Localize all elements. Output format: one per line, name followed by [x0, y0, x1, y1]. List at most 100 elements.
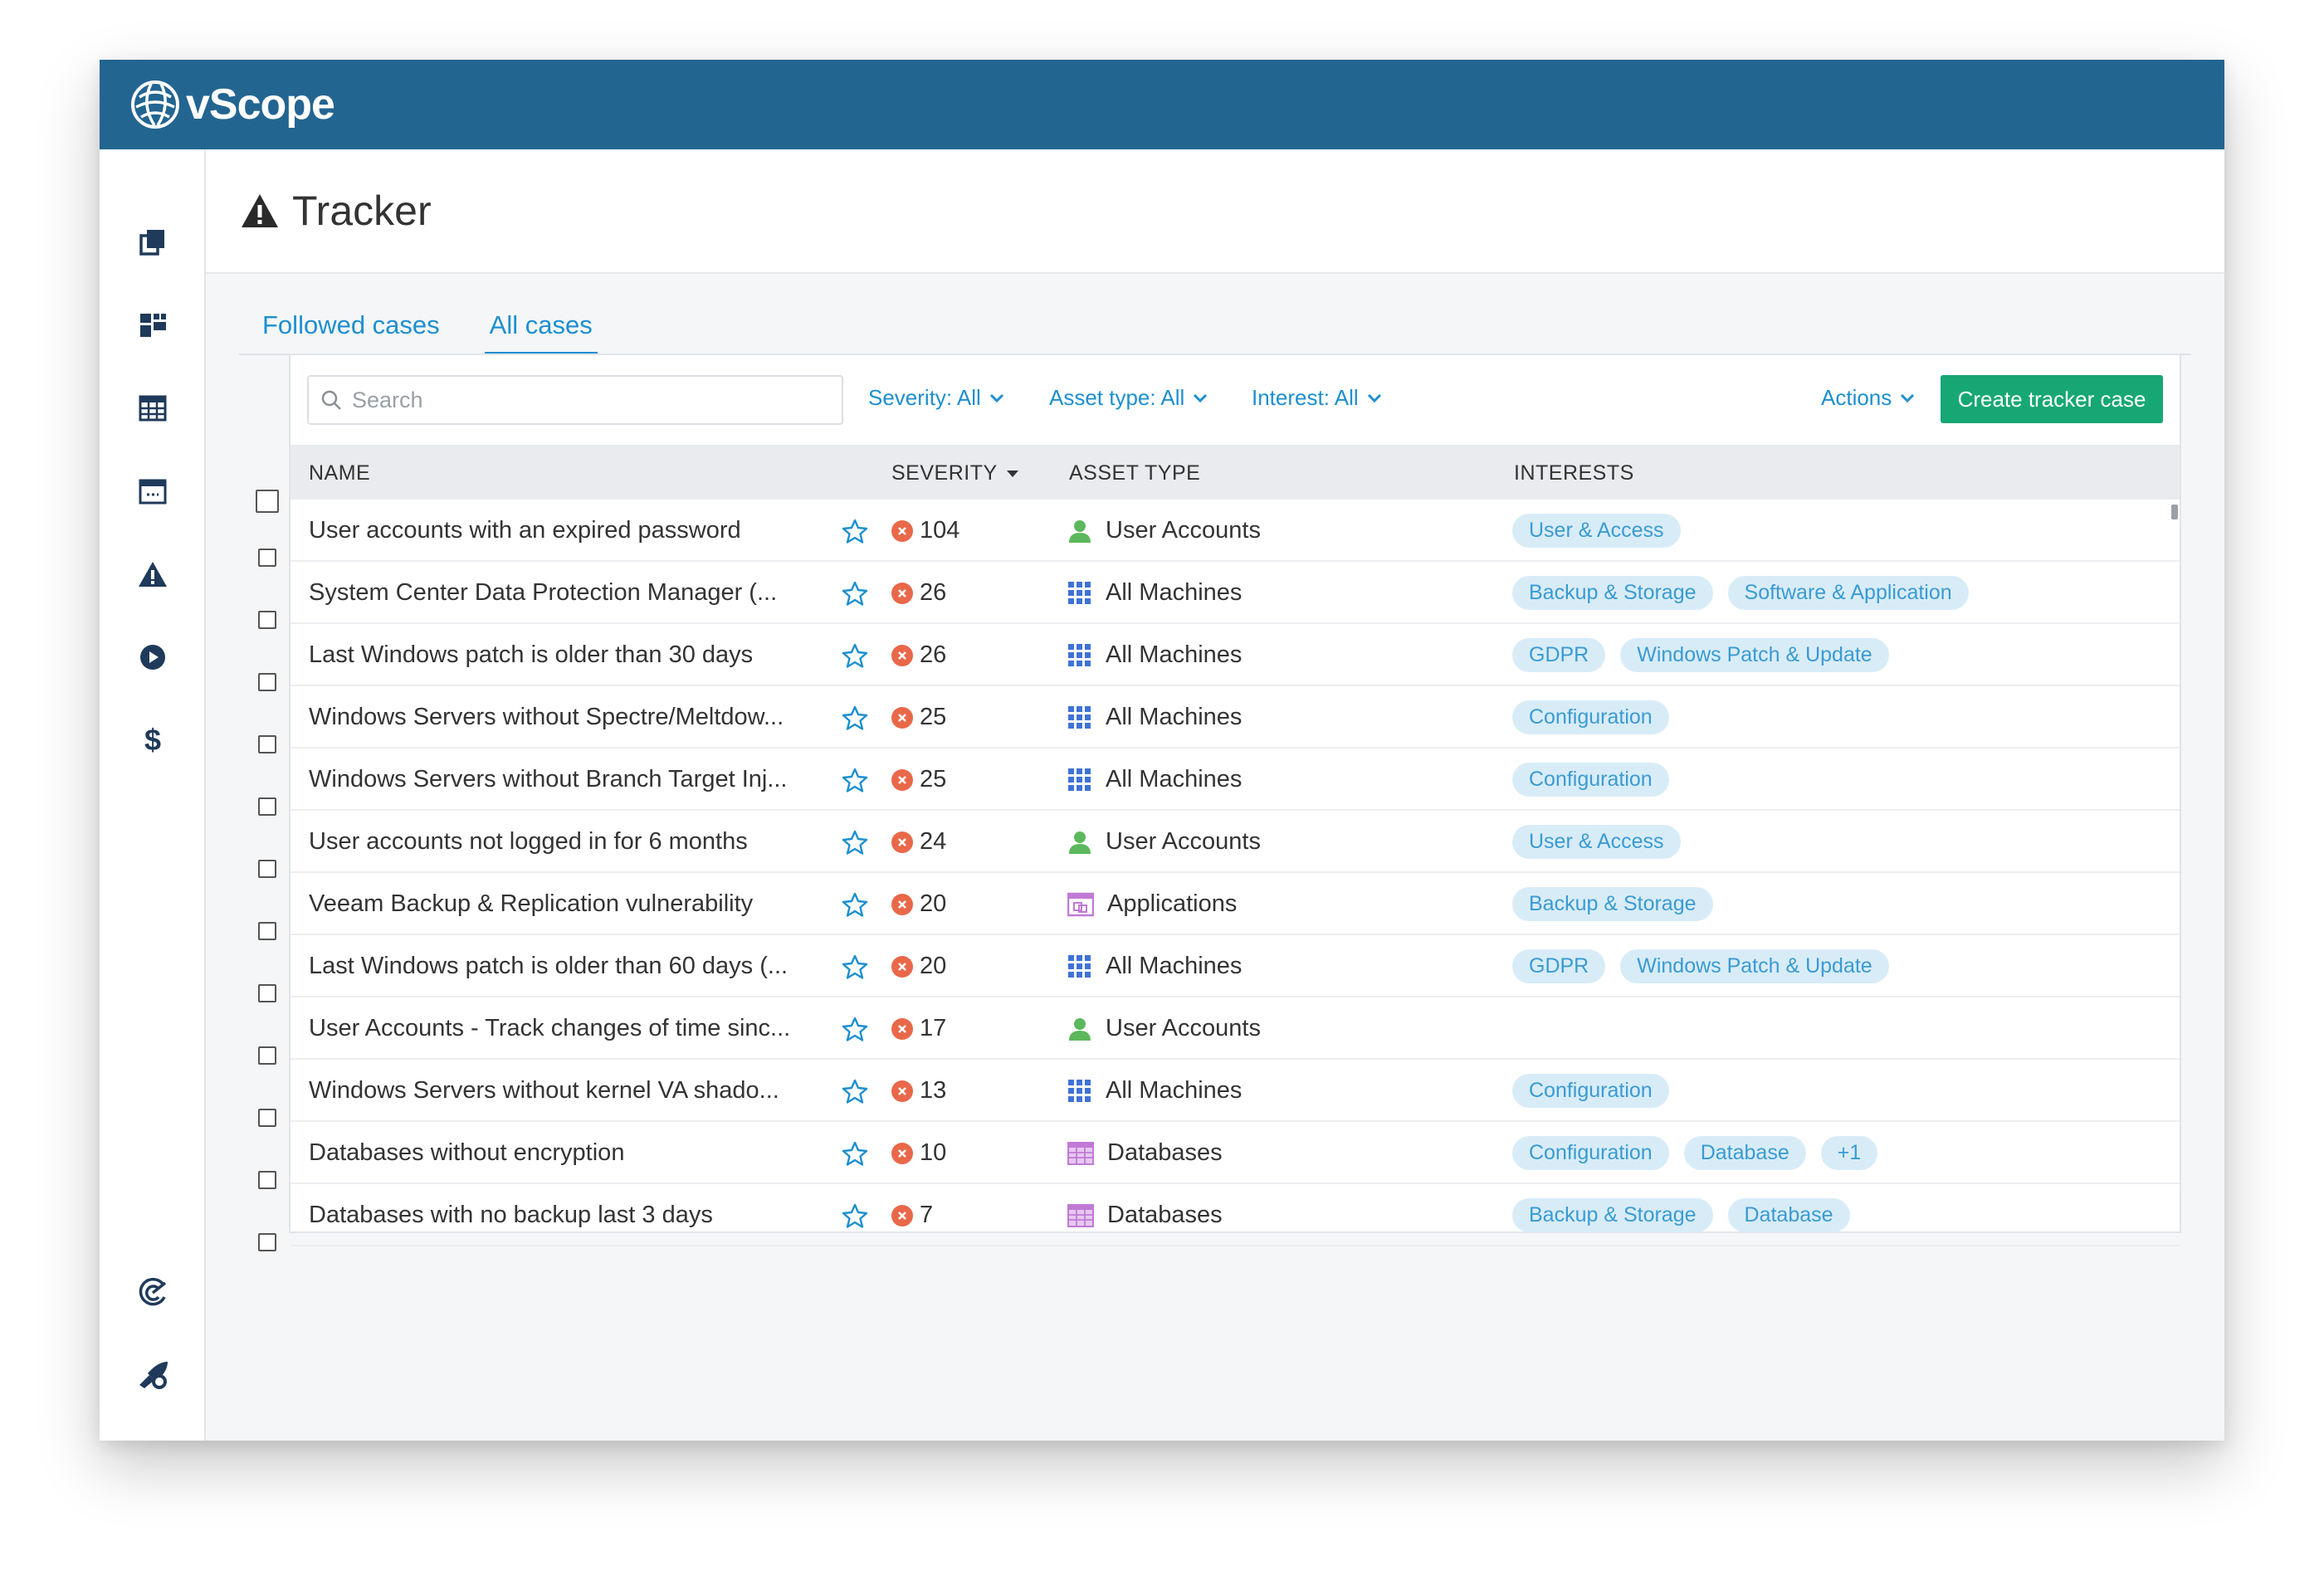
- follow-star-button[interactable]: [838, 811, 872, 873]
- follow-star-button[interactable]: [838, 935, 872, 997]
- asset-type-cell: Applications: [1067, 873, 1237, 935]
- interest-tag[interactable]: +1: [1820, 1136, 1878, 1170]
- interest-tag[interactable]: Configuration: [1512, 1136, 1669, 1170]
- asset-type-cell: Databases: [1067, 1122, 1223, 1184]
- follow-star-button[interactable]: [838, 1184, 872, 1246]
- interest-tag[interactable]: User & Access: [1512, 825, 1681, 859]
- table-row[interactable]: Veeam Backup & Replication vulnerability…: [290, 873, 2180, 935]
- table-row[interactable]: System Center Data Protection Manager (.…: [290, 562, 2180, 624]
- interest-tag[interactable]: Software & Application: [1727, 576, 1969, 610]
- interest-tag[interactable]: Backup & Storage: [1512, 887, 1713, 921]
- follow-star-button[interactable]: [838, 562, 872, 624]
- dollar-icon: $: [144, 724, 161, 757]
- case-name-cell[interactable]: User accounts with an expired password: [309, 500, 823, 562]
- table-row[interactable]: Databases with no backup last 3 days 7 D…: [290, 1184, 2180, 1246]
- actions-menu[interactable]: Actions: [1821, 385, 1915, 411]
- table-row[interactable]: User accounts with an expired password 1…: [290, 500, 2180, 562]
- row-checkbox[interactable]: [258, 860, 276, 878]
- row-checkbox[interactable]: [258, 797, 276, 816]
- case-name-cell[interactable]: Databases without encryption: [309, 1122, 823, 1184]
- table-row[interactable]: Windows Servers without kernel VA shado.…: [290, 1060, 2180, 1122]
- follow-star-button[interactable]: [838, 873, 872, 935]
- asset-type-label: All Machines: [1106, 704, 1243, 730]
- select-all-checkbox[interactable]: [256, 490, 279, 513]
- row-checkbox[interactable]: [258, 673, 276, 691]
- case-name-cell[interactable]: Windows Servers without Branch Target In…: [309, 749, 823, 811]
- sidebar-item-reports[interactable]: [136, 475, 169, 508]
- column-header-interests[interactable]: INTERESTS: [1514, 461, 1634, 485]
- row-checkbox[interactable]: [258, 1233, 276, 1251]
- row-checkbox[interactable]: [258, 611, 276, 629]
- follow-star-button[interactable]: [838, 686, 872, 749]
- follow-star-button[interactable]: [838, 749, 872, 811]
- interest-tag[interactable]: Windows Patch & Update: [1620, 638, 1889, 672]
- case-name-cell[interactable]: User accounts not logged in for 6 months: [309, 811, 823, 873]
- case-name-cell[interactable]: System Center Data Protection Manager (.…: [309, 562, 823, 624]
- create-tracker-case-button[interactable]: Create tracker case: [1941, 375, 2163, 423]
- case-name-cell[interactable]: Veeam Backup & Replication vulnerability: [309, 873, 823, 935]
- row-checkbox[interactable]: [258, 549, 276, 567]
- row-checkbox[interactable]: [258, 984, 276, 1002]
- interests-cell: Backup & Storage Database: [1512, 1184, 1850, 1246]
- case-name: Windows Servers without kernel VA shado.…: [309, 1077, 779, 1104]
- follow-star-button[interactable]: [838, 997, 872, 1060]
- interest-tag[interactable]: Database: [1727, 1198, 1850, 1232]
- table-row[interactable]: Databases without encryption 10 Database…: [290, 1122, 2180, 1184]
- table-row[interactable]: Last Windows patch is older than 30 days…: [290, 624, 2180, 686]
- sidebar-item-discovery[interactable]: [136, 1276, 169, 1309]
- table-row[interactable]: Last Windows patch is older than 60 days…: [290, 935, 2180, 997]
- asset-type-filter[interactable]: Asset type: All: [1049, 385, 1208, 411]
- column-header-name[interactable]: NAME: [309, 461, 370, 485]
- sidebar-item-documents[interactable]: [136, 226, 169, 259]
- follow-star-button[interactable]: [838, 1060, 872, 1122]
- interest-tag[interactable]: Configuration: [1512, 1074, 1669, 1108]
- search-input[interactable]: [352, 387, 817, 413]
- column-header-interests-label: INTERESTS: [1514, 461, 1634, 485]
- severity-filter[interactable]: Severity: All: [868, 385, 1004, 411]
- case-name-cell[interactable]: Last Windows patch is older than 60 days…: [309, 935, 823, 997]
- row-checkbox[interactable]: [258, 1046, 276, 1065]
- case-name: User Accounts - Track changes of time si…: [309, 1015, 791, 1041]
- interest-tag[interactable]: Configuration: [1512, 763, 1669, 797]
- tab-followed-cases[interactable]: Followed cases: [257, 307, 445, 355]
- follow-star-button[interactable]: [838, 624, 872, 686]
- case-name-cell[interactable]: Windows Servers without kernel VA shado.…: [309, 1060, 823, 1122]
- interest-tag[interactable]: Backup & Storage: [1512, 576, 1713, 610]
- follow-star-button[interactable]: [838, 500, 872, 562]
- table-row[interactable]: User Accounts - Track changes of time si…: [290, 997, 2180, 1060]
- search-box[interactable]: [307, 375, 843, 425]
- column-header-asset-type[interactable]: ASSET TYPE: [1069, 461, 1200, 485]
- sidebar-item-tables[interactable]: [136, 392, 169, 425]
- case-name-cell[interactable]: User Accounts - Track changes of time si…: [309, 997, 823, 1060]
- sidebar-item-deploy[interactable]: [136, 1359, 169, 1392]
- row-checkbox[interactable]: [258, 735, 276, 753]
- app-logo[interactable]: vScope: [129, 79, 335, 130]
- sidebar-item-finance[interactable]: $: [136, 724, 169, 757]
- row-checkbox[interactable]: [258, 1109, 276, 1127]
- row-checkbox[interactable]: [258, 922, 276, 940]
- follow-star-button[interactable]: [838, 1122, 872, 1184]
- row-checkbox[interactable]: [258, 1171, 276, 1189]
- interest-tag[interactable]: Windows Patch & Update: [1620, 949, 1889, 983]
- table-row[interactable]: Windows Servers without Spectre/Meltdow.…: [290, 686, 2180, 749]
- sidebar-item-play[interactable]: [136, 641, 169, 674]
- severity-count: 10: [920, 1139, 947, 1166]
- tab-all-cases[interactable]: All cases: [484, 307, 598, 355]
- asset-type-cell: User Accounts: [1067, 500, 1261, 562]
- sidebar-item-dashboard[interactable]: [136, 309, 169, 342]
- interest-tag[interactable]: Database: [1683, 1136, 1806, 1170]
- interest-tag[interactable]: GDPR: [1512, 949, 1606, 983]
- severity-count: 20: [920, 890, 947, 917]
- table-row[interactable]: Windows Servers without Branch Target In…: [290, 749, 2180, 811]
- interest-tag[interactable]: GDPR: [1512, 638, 1606, 672]
- interest-tag[interactable]: Configuration: [1512, 700, 1669, 734]
- table-row[interactable]: User accounts not logged in for 6 months…: [290, 811, 2180, 873]
- column-header-severity[interactable]: SEVERITY: [891, 461, 1019, 485]
- case-name-cell[interactable]: Windows Servers without Spectre/Meltdow.…: [309, 686, 823, 749]
- interest-filter[interactable]: Interest: All: [1252, 385, 1382, 411]
- sidebar-item-tracker[interactable]: [136, 558, 169, 591]
- interest-tag[interactable]: Backup & Storage: [1512, 1198, 1713, 1232]
- case-name-cell[interactable]: Last Windows patch is older than 30 days: [309, 624, 823, 686]
- case-name-cell[interactable]: Databases with no backup last 3 days: [309, 1184, 823, 1246]
- interest-tag[interactable]: User & Access: [1512, 514, 1681, 548]
